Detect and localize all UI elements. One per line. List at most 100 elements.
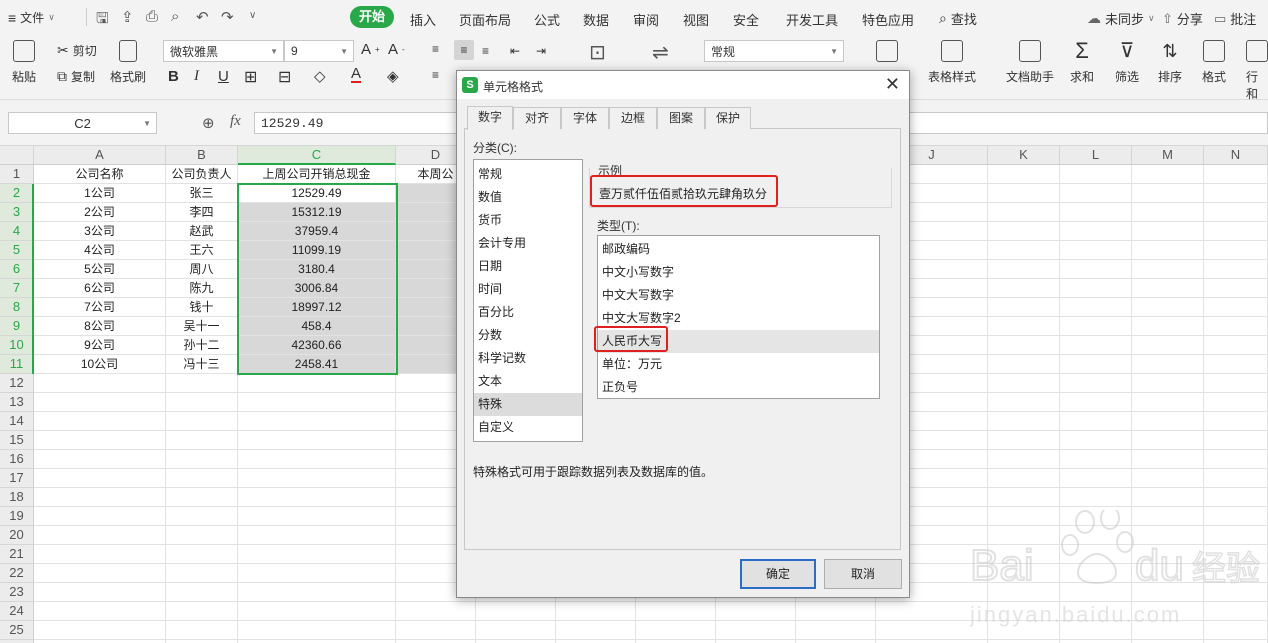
table-cell[interactable]: 2458.41 [238,355,396,374]
empty-cell[interactable] [988,393,1060,412]
empty-cell[interactable] [34,412,166,431]
empty-cell[interactable] [1060,298,1132,317]
table-cell[interactable]: 2公司 [34,203,166,222]
empty-cell[interactable] [1132,450,1204,469]
empty-cell[interactable] [1132,564,1204,583]
table-cell[interactable]: 1公司 [34,184,166,203]
cut-button[interactable]: ✂ 剪切 [57,42,97,59]
comment-button[interactable]: ▭ 批注 [1214,9,1256,28]
table-cell[interactable]: 张三 [166,184,238,203]
empty-cell[interactable] [1204,260,1268,279]
row-header[interactable]: 14 [0,412,34,431]
empty-cell[interactable] [988,336,1060,355]
type-item[interactable]: 单位：万元 [598,353,879,376]
empty-cell[interactable] [988,469,1060,488]
empty-cell[interactable] [1132,355,1204,374]
empty-cell[interactable] [1060,165,1132,184]
row-header[interactable]: 12 [0,374,34,393]
empty-cell[interactable] [1132,469,1204,488]
empty-cell[interactable] [556,602,636,621]
tab-pattern[interactable]: 图案 [657,107,705,129]
font-color-icon[interactable]: A [351,66,362,83]
empty-cell[interactable] [1060,184,1132,203]
empty-cell[interactable] [1060,488,1132,507]
row-header[interactable]: 25 [0,621,34,640]
share-button[interactable]: ⇧ 分享 [1162,9,1203,28]
empty-cell[interactable] [1132,374,1204,393]
row-header[interactable]: 16 [0,450,34,469]
empty-cell[interactable] [1204,298,1268,317]
empty-cell[interactable] [1204,336,1268,355]
empty-cell[interactable] [1132,431,1204,450]
empty-cell[interactable] [1132,602,1204,621]
doc-helper-button[interactable]: 文档助手 [1006,40,1054,85]
empty-cell[interactable] [166,602,238,621]
category-item[interactable]: 自定义 [474,416,582,439]
empty-cell[interactable] [238,526,396,545]
align-top-icon[interactable]: ≡ [432,42,439,56]
row-header[interactable]: 11 [0,355,34,374]
empty-cell[interactable] [988,222,1060,241]
empty-cell[interactable] [988,317,1060,336]
empty-cell[interactable] [1060,279,1132,298]
empty-cell[interactable] [988,412,1060,431]
empty-cell[interactable] [1204,393,1268,412]
empty-cell[interactable] [1132,279,1204,298]
category-item[interactable]: 日期 [474,255,582,278]
empty-cell[interactable] [238,602,396,621]
empty-cell[interactable] [476,602,556,621]
empty-cell[interactable] [876,602,988,621]
table-cell[interactable]: 12529.49 [238,184,396,203]
empty-cell[interactable] [238,412,396,431]
empty-cell[interactable] [34,374,166,393]
empty-cell[interactable] [1132,507,1204,526]
sync-status[interactable]: ☁ 未同步 ∨ [1087,9,1155,28]
empty-cell[interactable] [1060,507,1132,526]
ok-button[interactable]: 确定 [740,559,816,589]
type-item[interactable]: 邮政编码 [598,238,879,261]
name-box[interactable]: C2 ▼ [8,112,157,134]
empty-cell[interactable] [166,431,238,450]
empty-cell[interactable] [34,431,166,450]
empty-cell[interactable] [988,203,1060,222]
cancel-button[interactable]: 取消 [824,559,902,589]
column-header-c[interactable]: C [238,146,396,165]
type-item[interactable]: 正负号 [598,376,879,399]
empty-cell[interactable] [166,545,238,564]
table-cell[interactable]: 7公司 [34,298,166,317]
row-header[interactable]: 20 [0,526,34,545]
empty-cell[interactable] [1132,545,1204,564]
redo-icon[interactable]: ↷ [221,8,234,26]
empty-cell[interactable] [1132,317,1204,336]
row-header[interactable]: 22 [0,564,34,583]
category-item[interactable]: 分数 [474,324,582,347]
category-item[interactable]: 常规 [474,163,582,186]
empty-cell[interactable] [636,602,716,621]
empty-cell[interactable] [396,602,476,621]
table-cell[interactable]: 赵武 [166,222,238,241]
sort-button[interactable]: ⇅ 排序 [1158,40,1182,85]
empty-cell[interactable] [988,450,1060,469]
category-item[interactable]: 百分比 [474,301,582,324]
row-header[interactable]: 2 [0,184,34,203]
bold-icon[interactable]: B [168,68,179,85]
category-item[interactable]: 货币 [474,209,582,232]
decrease-font-icon[interactable]: A- [388,41,405,58]
header-cell[interactable]: 公司名称 [34,165,166,184]
empty-cell[interactable] [238,374,396,393]
paste-button[interactable]: 粘贴 [12,40,36,85]
row-header[interactable]: 23 [0,583,34,602]
empty-cell[interactable] [796,602,876,621]
empty-cell[interactable] [1132,260,1204,279]
table-cell[interactable]: 37959.4 [238,222,396,241]
empty-cell[interactable] [238,469,396,488]
tab-security[interactable]: 安全 [733,10,759,29]
category-item[interactable]: 时间 [474,278,582,301]
empty-cell[interactable] [988,488,1060,507]
table-cell[interactable]: 3公司 [34,222,166,241]
empty-cell[interactable] [1060,450,1132,469]
empty-cell[interactable] [988,507,1060,526]
empty-cell[interactable] [988,355,1060,374]
tab-special[interactable]: 特色应用 [862,10,914,29]
empty-cell[interactable] [1060,583,1132,602]
